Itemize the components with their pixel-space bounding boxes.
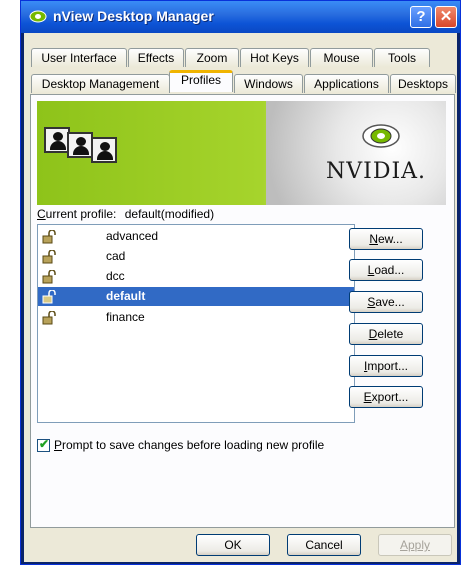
current-profile-label-text: urrent profile: xyxy=(45,207,117,221)
tab-mouse[interactable]: Mouse xyxy=(310,48,373,67)
prompt-save-checkbox[interactable]: ✔ xyxy=(37,437,50,452)
help-button[interactable]: ? xyxy=(410,6,432,28)
tab-desktops[interactable]: Desktops xyxy=(390,74,456,93)
title-bar[interactable]: nView Desktop Manager ? ✕ xyxy=(21,1,460,33)
profile-list-item[interactable]: cad xyxy=(38,247,354,266)
current-profile-label-accesskey: C xyxy=(37,207,46,221)
export-profile-button[interactable]: Export... xyxy=(349,386,423,408)
profile-name: default xyxy=(106,289,146,303)
tab-windows[interactable]: Windows xyxy=(234,74,303,93)
current-profile-label: Current profile: default(modified) xyxy=(37,207,214,221)
lock-icon xyxy=(42,311,56,325)
prompt-save-checkbox-label[interactable]: Prompt to save changes before loading ne… xyxy=(54,438,324,452)
import-profile-button[interactable]: Import... xyxy=(349,355,423,377)
close-button[interactable]: ✕ xyxy=(435,6,457,28)
profile-name: dcc xyxy=(106,269,125,283)
profiles-banner: NVIDIA. xyxy=(37,101,446,205)
nvidia-app-icon xyxy=(29,10,47,23)
lock-icon xyxy=(42,230,56,244)
profile-list-item[interactable]: dcc xyxy=(38,267,354,286)
nvidia-eye-logo-icon xyxy=(362,124,400,148)
tab-tools[interactable]: Tools xyxy=(374,48,430,67)
profile-list-item-selected[interactable]: default xyxy=(38,287,354,306)
window-title: nView Desktop Manager xyxy=(53,8,214,24)
delete-profile-button[interactable]: Delete xyxy=(349,323,423,345)
load-profile-button[interactable]: Load... xyxy=(349,259,423,281)
user-icon xyxy=(91,137,117,163)
profile-list-item[interactable]: advanced xyxy=(38,227,354,246)
tab-profiles[interactable]: Profiles xyxy=(169,70,233,92)
nvidia-logo-area: NVIDIA. xyxy=(266,101,446,205)
profile-name: finance xyxy=(106,310,145,324)
user-icon xyxy=(67,132,93,158)
tab-zoom[interactable]: Zoom xyxy=(185,48,239,67)
lock-icon xyxy=(42,270,56,284)
tab-effects[interactable]: Effects xyxy=(128,48,184,67)
ok-button[interactable]: OK xyxy=(196,534,270,556)
lock-icon xyxy=(42,290,56,304)
current-profile-value: default(modified) xyxy=(124,207,215,221)
tab-user-interface[interactable]: User Interface xyxy=(31,48,127,67)
tab-applications[interactable]: Applications xyxy=(304,74,389,93)
profile-name: advanced xyxy=(106,229,159,243)
checkmark-icon: ✔ xyxy=(39,437,50,451)
lock-icon xyxy=(42,250,56,264)
nvidia-wordmark: NVIDIA. xyxy=(326,159,427,184)
apply-button[interactable]: Apply xyxy=(378,534,452,556)
tab-hot-keys[interactable]: Hot Keys xyxy=(240,48,309,67)
cancel-button[interactable]: Cancel xyxy=(287,534,361,556)
profile-list-item[interactable]: finance xyxy=(38,308,354,327)
save-profile-button[interactable]: Save... xyxy=(349,291,423,313)
new-profile-button[interactable]: New... xyxy=(349,228,423,250)
profile-name: cad xyxy=(106,249,126,263)
tab-desktop-management[interactable]: Desktop Management xyxy=(31,74,170,93)
profiles-list[interactable]: advanced cad dcc default finance xyxy=(37,224,355,423)
